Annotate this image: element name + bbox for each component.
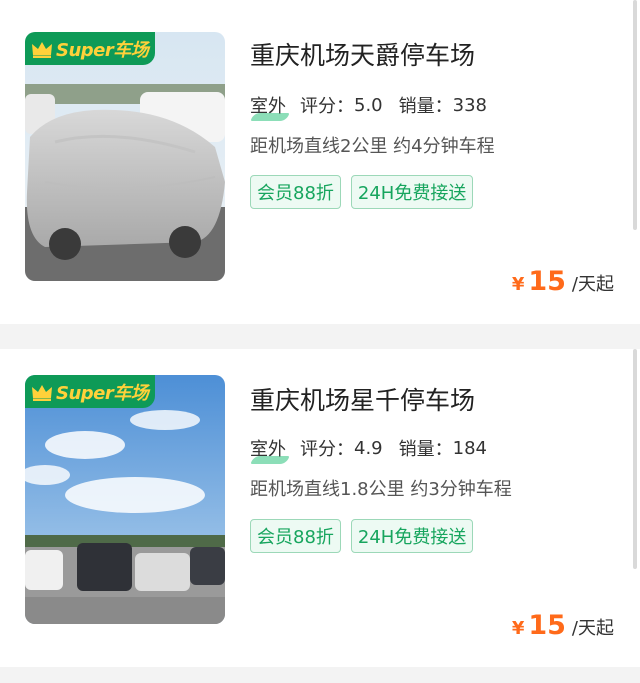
price: ¥ 15 /天起 <box>512 266 614 297</box>
sales-value: 184 <box>452 437 487 459</box>
type-tag: 室外 <box>250 92 290 121</box>
badge-label: Super车场 <box>56 382 149 404</box>
price: ¥ 15 /天起 <box>512 610 614 641</box>
rating-label: 评分： <box>300 96 354 117</box>
parking-lot-photo[interactable]: Super车场 <box>25 375 225 624</box>
scrollbar[interactable] <box>633 349 637 569</box>
parking-lot-title[interactable]: 重庆机场天爵停车场 <box>250 36 475 72</box>
crown-icon <box>32 384 52 401</box>
feature-tags: 会员88折 24H免费接送 <box>250 175 474 209</box>
list-spacer <box>0 667 640 683</box>
distance-info: 距机场直线1.8公里 约3分钟车程 <box>250 479 512 500</box>
rating-label: 评分： <box>300 439 354 460</box>
meta-row: 室外 评分： 5.0 销量： 338 <box>250 92 487 121</box>
super-parking-badge: Super车场 <box>25 375 155 408</box>
distance-info: 距机场直线2公里 约4分钟车程 <box>250 136 495 157</box>
member-discount-tag: 会员88折 <box>250 175 341 209</box>
parking-lot-photo[interactable]: Super车场 <box>25 32 225 281</box>
parking-lot-title[interactable]: 重庆机场星千停车场 <box>250 381 475 417</box>
scrollbar[interactable] <box>633 0 637 230</box>
crown-icon <box>32 41 52 58</box>
price-amount: 15 <box>528 266 566 297</box>
super-parking-badge: Super车场 <box>25 32 155 65</box>
type-tag: 室外 <box>250 435 290 464</box>
price-amount: 15 <box>528 610 566 641</box>
currency-symbol: ¥ <box>511 618 525 639</box>
type-label: 室外 <box>250 439 286 460</box>
sales-value: 338 <box>452 94 487 116</box>
feature-tags: 会员88折 24H免费接送 <box>250 519 474 553</box>
sales-label: 销量： <box>398 439 453 460</box>
rating-value: 4.9 <box>354 437 383 459</box>
parking-lot-card[interactable]: Super车场 重庆机场天爵停车场 室外 评分： 5.0 销量： 338 距机场… <box>0 0 640 324</box>
shuttle-service-tag: 24H免费接送 <box>350 519 474 553</box>
shuttle-service-tag: 24H免费接送 <box>350 175 474 209</box>
badge-label: Super车场 <box>56 39 149 61</box>
member-discount-tag: 会员88折 <box>250 519 341 553</box>
price-unit: /天起 <box>571 618 614 639</box>
sales-label: 销量： <box>398 96 453 117</box>
parking-lot-scene-photo <box>25 375 225 624</box>
meta-row: 室外 评分： 4.9 销量： 184 <box>250 435 487 464</box>
price-unit: /天起 <box>571 274 614 295</box>
covered-car-photo <box>25 32 225 281</box>
parking-lot-card[interactable]: Super车场 重庆机场星千停车场 室外 评分： 4.9 销量： 184 距机场… <box>0 349 640 667</box>
currency-symbol: ¥ <box>511 274 525 295</box>
type-label: 室外 <box>250 96 286 117</box>
rating-value: 5.0 <box>354 94 383 116</box>
